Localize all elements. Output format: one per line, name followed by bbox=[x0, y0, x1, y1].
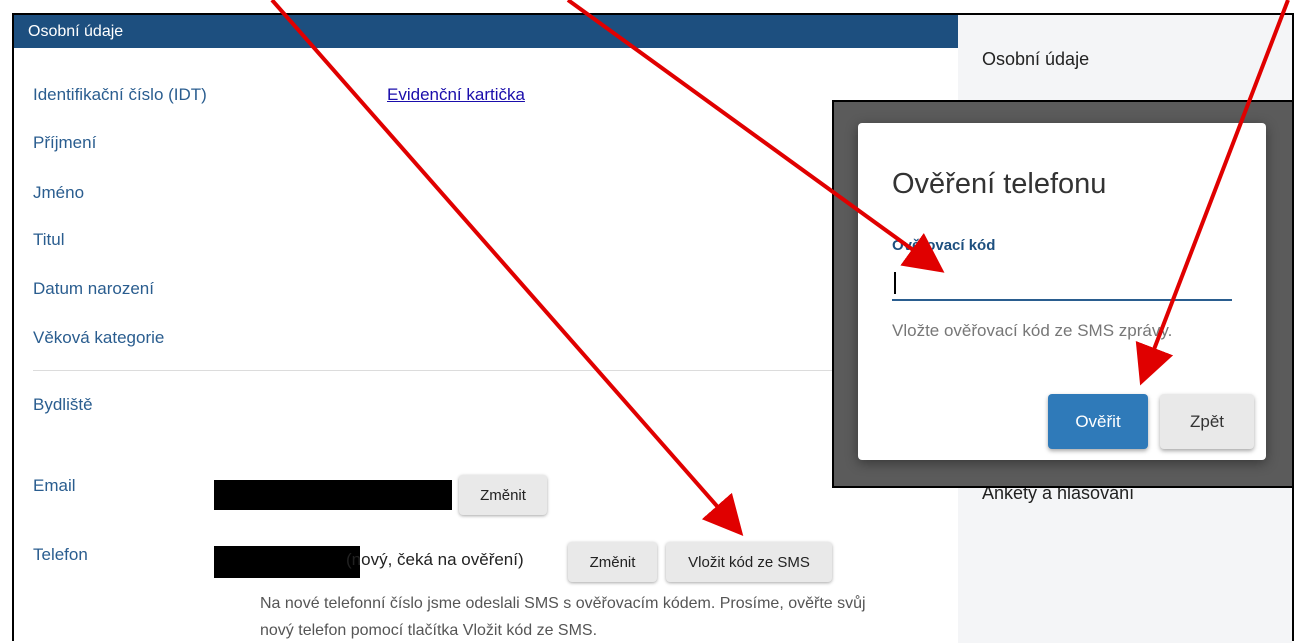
verification-code-label: Ověřovací kód bbox=[892, 237, 996, 254]
section-header: Osobní údaje bbox=[14, 15, 958, 48]
birthdate-label: Datum narození bbox=[33, 279, 154, 298]
idt-label: Identifikační číslo (IDT) bbox=[33, 85, 207, 104]
residence-label: Bydliště bbox=[33, 395, 93, 414]
title-label: Titul bbox=[33, 230, 65, 249]
phone-status: (nový, čeká na ověření) bbox=[346, 550, 524, 569]
verify-button[interactable]: Ověřit bbox=[1048, 394, 1148, 449]
email-label: Email bbox=[33, 476, 76, 495]
phone-info-text: Na nové telefonní číslo jsme odeslali SM… bbox=[260, 595, 866, 639]
first-name-label: Jméno bbox=[33, 183, 85, 202]
surname-label: Příjmení bbox=[33, 133, 97, 152]
change-email-button[interactable]: Změnit bbox=[459, 475, 547, 515]
dialog-title: Ověření telefonu bbox=[892, 168, 1107, 200]
phone-verification-dialog: Ověření telefonu Ověřovací kód Vložte ov… bbox=[858, 123, 1266, 460]
personal-data-panel: Osobní údaje Identifikační číslo (IDT) E… bbox=[14, 15, 958, 643]
record-card-link[interactable]: Evidenční kartička bbox=[387, 85, 525, 105]
age-category-label: Věková kategorie bbox=[33, 328, 165, 347]
verification-code-help: Vložte ověřovací kód ze SMS zprávy. bbox=[892, 321, 1173, 340]
change-phone-button[interactable]: Změnit bbox=[568, 542, 657, 582]
redacted-email bbox=[214, 480, 452, 510]
enter-sms-code-button[interactable]: Vložit kód ze SMS bbox=[666, 542, 832, 582]
redacted-phone bbox=[214, 546, 360, 578]
phone-label: Telefon bbox=[33, 545, 88, 564]
verification-code-input[interactable] bbox=[892, 261, 1232, 301]
section-divider bbox=[33, 370, 958, 371]
sidebar-item-personal-data[interactable]: Osobní údaje bbox=[982, 49, 1089, 70]
back-button[interactable]: Zpět bbox=[1160, 394, 1254, 449]
text-caret bbox=[894, 272, 896, 294]
